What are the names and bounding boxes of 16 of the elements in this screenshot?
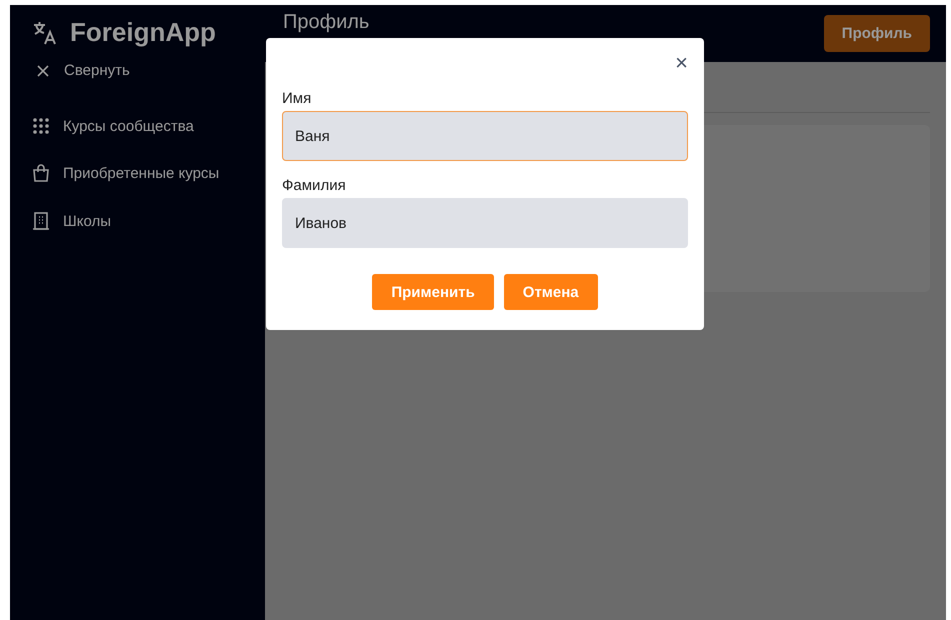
close-button[interactable]: × [671, 52, 688, 74]
field-label: Имя [282, 90, 312, 107]
app-logo: ForeignApp [70, 17, 216, 48]
collapse-button[interactable]: Свернуть [36, 62, 265, 79]
input-field[interactable]: Ваня [282, 111, 688, 161]
sidebar-item[interactable]: Курсы сообщества [32, 117, 265, 135]
building-icon [32, 211, 50, 231]
field-label: Фамилия [282, 177, 347, 194]
page-title: Профиль [283, 10, 370, 32]
sidebar-item[interactable]: Школы [32, 211, 265, 231]
close-icon [36, 64, 50, 78]
sidebar-item[interactable]: Приобретенные курсы [32, 163, 265, 183]
dots-grid-icon [32, 117, 50, 135]
input-field[interactable]: Иванов [282, 198, 688, 248]
translate-icon [32, 20, 58, 46]
shopping-bag-icon [32, 163, 50, 183]
